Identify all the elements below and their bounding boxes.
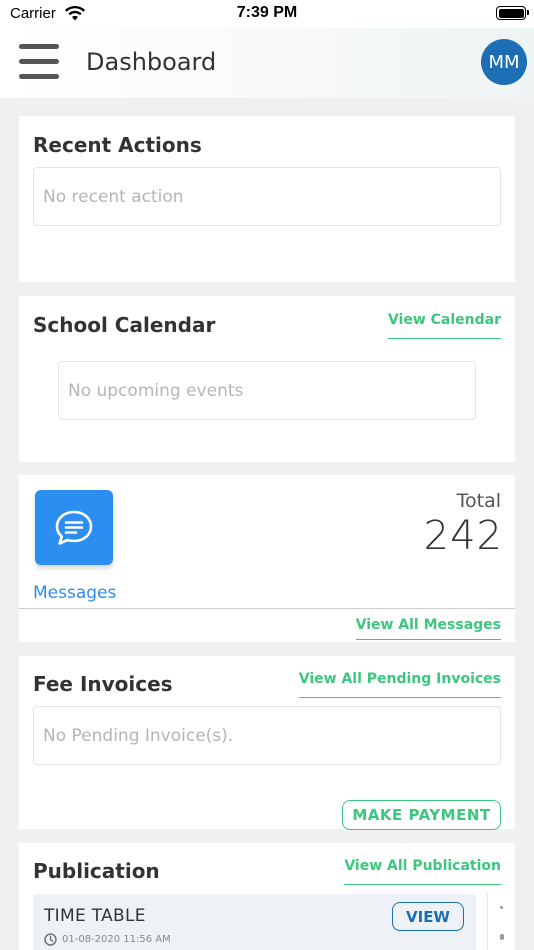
school-calendar-title: School Calendar [33,313,216,337]
hamburger-menu-icon[interactable] [19,44,59,80]
publication-item-date: 01-08-2020 11:56 AM [62,934,171,945]
clock-icon [44,933,57,946]
view-calendar-link[interactable]: View Calendar [387,312,501,339]
messages-tile[interactable] [35,490,113,565]
view-all-messages-link[interactable]: View All Messages [355,617,501,640]
recent-actions-title: Recent Actions [33,133,202,157]
fee-invoices-title: Fee Invoices [33,672,173,696]
publication-item-date-row: 01-08-2020 11:56 AM [44,933,171,946]
messages-total-label: Total [456,490,501,512]
chat-bubble-icon [55,510,93,545]
page-title: Dashboard [86,48,217,76]
publication-next-item-peek[interactable] [487,894,515,950]
invoices-empty: No Pending Invoice(s). [33,706,501,765]
view-pending-invoices-link[interactable]: View All Pending Invoices [298,671,501,698]
recent-actions-card: Recent Actions No recent action [19,116,515,282]
publication-item[interactable]: TIME TABLE 01-08-2020 11:56 AM VIEW [33,894,476,950]
fee-invoices-card: Fee Invoices View All Pending Invoices N… [19,656,515,830]
calendar-empty: No upcoming events [58,361,476,420]
battery-icon [496,6,529,20]
messages-divider [19,608,515,609]
school-calendar-card: School Calendar View Calendar No upcomin… [19,296,515,462]
publication-title: Publication [33,859,160,883]
user-avatar[interactable]: MM [481,39,527,85]
publication-item-title: TIME TABLE [44,906,146,926]
messages-card: Messages Total 242 View All Messages [19,475,515,642]
publication-card: Publication View All Publication TIME TA… [19,843,515,950]
view-all-publication-link[interactable]: View All Publication [344,858,501,885]
messages-total-value: 242 [423,513,503,559]
app-header: Dashboard MM [0,28,534,98]
messages-label[interactable]: Messages [33,583,116,603]
make-payment-button[interactable]: MAKE PAYMENT [342,800,501,830]
recent-actions-empty: No recent action [33,167,501,226]
status-bar: Carrier 7:39 PM [0,0,534,28]
status-time: 7:39 PM [236,4,298,21]
view-publication-button[interactable]: VIEW [392,902,464,931]
